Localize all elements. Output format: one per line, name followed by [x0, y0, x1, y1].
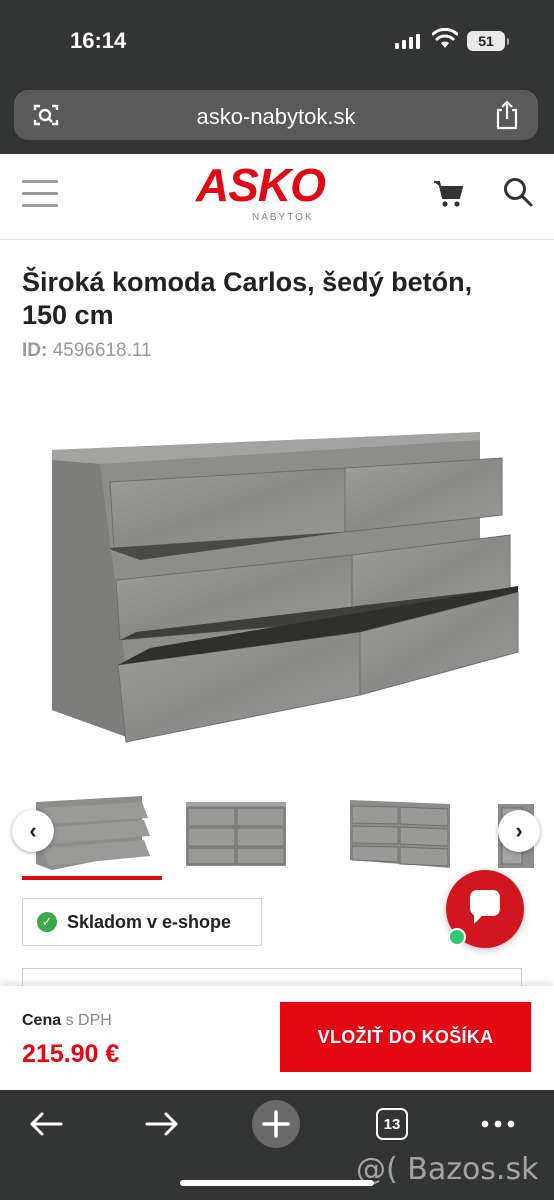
- gallery-prev-button[interactable]: ‹: [12, 810, 54, 852]
- menu-icon[interactable]: [22, 180, 58, 208]
- thumbnail-3[interactable]: [330, 790, 470, 870]
- asko-logo[interactable]: ASKO NÁBYTOK: [196, 162, 358, 228]
- watermark: @( Bazos.sk: [356, 1152, 539, 1187]
- gallery-thumbnails: ‹ ›: [0, 780, 554, 884]
- product-id-value: 4596618.11: [52, 340, 152, 361]
- price-label-text: Cena: [22, 1012, 62, 1029]
- share-icon[interactable]: [494, 100, 520, 130]
- back-button[interactable]: [24, 1102, 68, 1146]
- url-text: asko-nabytok.sk: [196, 104, 356, 129]
- product-main-image[interactable]: [40, 420, 530, 760]
- stock-badge: ✓ Skladom v e-shope: [22, 898, 262, 946]
- logo-subtitle: NÁBYTOK: [252, 212, 314, 223]
- status-time: 16:14: [70, 28, 127, 53]
- status-bar: 16:14 51: [0, 0, 554, 82]
- add-to-cart-button[interactable]: VLOŽIŤ DO KOŠÍKA: [280, 1002, 531, 1072]
- check-icon: ✓: [37, 912, 57, 932]
- active-thumbnail-indicator: [22, 876, 162, 880]
- price-label: Cena s DPH: [22, 1012, 112, 1030]
- price-bar: Cena s DPH 215.90 € VLOŽIŤ DO KOŠÍKA: [0, 986, 554, 1090]
- site-header: ASKO NÁBYTOK: [0, 154, 554, 240]
- stock-text: Skladom v e-shope: [67, 911, 232, 932]
- wifi-icon: [432, 28, 458, 48]
- price-vat-text: s DPH: [65, 1012, 112, 1029]
- arrow-right-icon: [145, 1112, 178, 1136]
- thumbnail-2[interactable]: [166, 790, 306, 870]
- price-value: 215.90 €: [22, 1040, 120, 1068]
- tabs-button[interactable]: 13: [374, 1102, 410, 1146]
- online-status-dot: [448, 928, 466, 946]
- forward-button[interactable]: [140, 1102, 184, 1146]
- more-icon: [481, 1120, 515, 1128]
- tabs-count: 13: [376, 1108, 408, 1140]
- plus-icon: [252, 1100, 300, 1148]
- new-tab-button[interactable]: [252, 1100, 300, 1148]
- gallery-next-button[interactable]: ›: [498, 810, 540, 852]
- product-title: Široká komoda Carlos, šedý betón, 150 cm: [22, 267, 473, 330]
- search-icon[interactable]: [502, 176, 534, 208]
- product-id: ID: 4596618.11: [22, 340, 152, 362]
- battery-icon: 51: [467, 31, 509, 51]
- home-indicator: [180, 1180, 374, 1186]
- address-bar[interactable]: asko-nabytok.sk: [14, 90, 538, 140]
- cellular-signal-icon: [395, 34, 420, 49]
- browser-address-area: asko-nabytok.sk: [0, 82, 554, 154]
- cart-icon[interactable]: [432, 178, 466, 210]
- logo-text: ASKO: [196, 159, 326, 211]
- product-id-label: ID:: [22, 340, 48, 361]
- more-button[interactable]: [478, 1102, 518, 1146]
- arrow-left-icon: [30, 1112, 63, 1136]
